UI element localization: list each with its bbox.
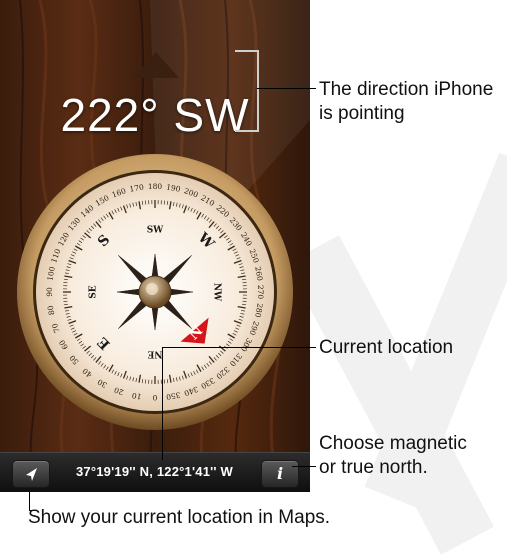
heading-readout: 222° SW	[0, 88, 310, 142]
magnetic-callout-line2: or true north.	[319, 456, 467, 480]
direction-letter: NE	[147, 349, 162, 359]
degree-label: 0	[152, 393, 157, 402]
direction-letter: NW	[212, 283, 222, 302]
compass-screen: 222° SW 01020304050607080901001101201301…	[0, 0, 310, 492]
location-arrow-icon	[13, 461, 49, 487]
direction-leader-line	[257, 88, 316, 89]
hub-highlight	[146, 283, 158, 295]
magnetic-leader-line	[292, 466, 316, 467]
heading-area: 222° SW	[0, 0, 310, 150]
degree-label: 270	[256, 285, 265, 300]
location-leader-line	[162, 347, 316, 348]
compass-dial[interactable]: 0102030405060708090100110120130140150160…	[15, 152, 295, 432]
degree-label: 180	[148, 182, 163, 191]
direction-letter: SW	[147, 226, 164, 236]
current-location-callout: Current location	[319, 336, 453, 360]
toolbar: 37°19'19'' N, 122°1'41'' W i	[0, 452, 310, 492]
degree-label: 10	[131, 391, 142, 402]
maps-caption: Show your current location in Maps.	[28, 506, 330, 530]
info-icon: i	[277, 464, 283, 483]
direction-callout-line2: is pointing	[319, 102, 493, 126]
direction-letter: SE	[89, 285, 99, 298]
location-button[interactable]	[12, 460, 50, 488]
heading-pointer-icon	[133, 52, 179, 78]
coordinates-label: 37°19'19'' N, 122°1'41'' W	[52, 464, 257, 479]
direction-callout: The direction iPhone is pointing	[319, 78, 493, 126]
magnetic-callout: Choose magnetic or true north.	[319, 432, 467, 480]
info-button[interactable]: i	[261, 460, 299, 488]
direction-callout-line1: The direction iPhone	[319, 78, 493, 102]
location-leader-vertical	[162, 347, 163, 460]
degree-label: 80	[46, 305, 57, 316]
heading-bracket	[235, 50, 259, 132]
magnetic-callout-line1: Choose magnetic	[319, 432, 467, 456]
degree-label: 90	[45, 287, 54, 297]
